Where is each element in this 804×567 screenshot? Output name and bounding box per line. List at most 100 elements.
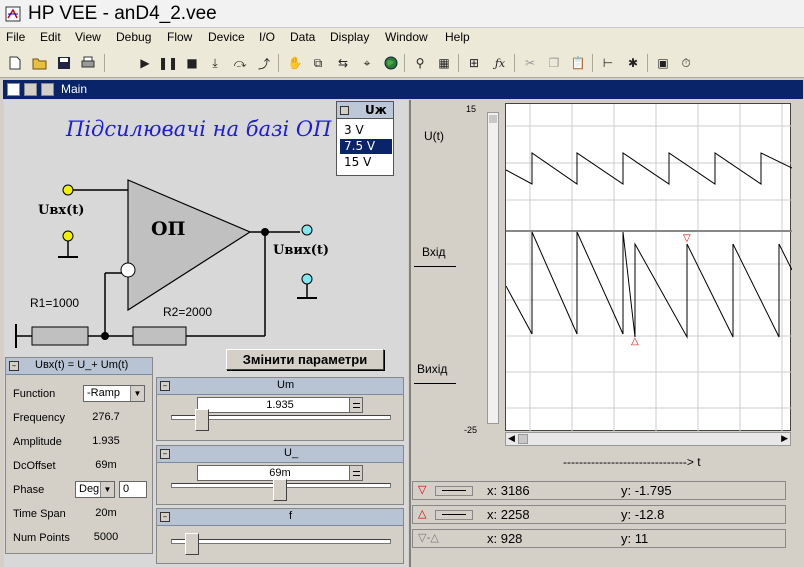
- print-icon[interactable]: [80, 55, 96, 71]
- plot-area[interactable]: △ ▽: [505, 103, 793, 432]
- marker-up-icon: △: [418, 507, 427, 520]
- run-icon[interactable]: ▶: [137, 55, 153, 71]
- menu-debug[interactable]: Debug: [116, 30, 151, 44]
- uin-label: Uвх(t): [38, 203, 85, 218]
- pause-icon[interactable]: ❚❚: [158, 55, 178, 71]
- bug-icon[interactable]: ✱: [625, 55, 641, 71]
- marker2-x: x: 2258: [487, 507, 530, 522]
- app-icon: [5, 6, 21, 22]
- option-15v[interactable]: 15 V: [340, 155, 392, 170]
- window-menu-icon[interactable]: [7, 83, 20, 96]
- opamp-schematic: [15, 179, 317, 348]
- marker-row-delta[interactable]: ▽-△ x: 928 y: 11: [412, 529, 786, 548]
- phase-input[interactable]: 0: [119, 481, 147, 498]
- voltage-listbox[interactable]: Uж 3 V 7.5 V 15 V: [336, 101, 394, 176]
- detail-icon[interactable]: [41, 83, 54, 96]
- hand-icon[interactable]: ✋: [287, 55, 303, 71]
- function-select[interactable]: -Ramp ▼: [83, 385, 145, 402]
- fg-label-amplitude: Amplitude: [13, 436, 62, 448]
- step-into-icon[interactable]: ⤓: [207, 55, 223, 71]
- uout-terminal: [301, 224, 313, 236]
- trace-label-u: U(t): [424, 129, 444, 143]
- paste-icon[interactable]: 📋: [570, 55, 586, 71]
- menu-help[interactable]: Help: [445, 30, 470, 44]
- timespan-value[interactable]: 20m: [78, 505, 134, 522]
- slider-freq-menu-icon[interactable]: –: [160, 512, 170, 522]
- horizontal-scrollbar[interactable]: ◀ ▶: [505, 432, 791, 446]
- trace-label-input[interactable]: Вхід: [422, 245, 446, 259]
- data-flow-icon[interactable]: ⧉: [310, 55, 326, 71]
- vertical-scrollbar[interactable]: [487, 112, 499, 424]
- um-value-field[interactable]: 1.935: [197, 397, 363, 413]
- menu-file[interactable]: File: [6, 30, 25, 44]
- inverting-input: [120, 262, 136, 278]
- marker-row-1[interactable]: ▽ x: 3186 y: -1.795: [412, 481, 786, 500]
- menu-device[interactable]: Device: [208, 30, 245, 44]
- menu-data[interactable]: Data: [290, 30, 315, 44]
- listbox-menu-icon[interactable]: [340, 106, 349, 115]
- ground-terminal: [62, 230, 74, 242]
- menu-flow[interactable]: Flow: [167, 30, 192, 44]
- copy-icon[interactable]: ❐: [546, 55, 562, 71]
- panel-view-icon[interactable]: ▣: [655, 55, 671, 71]
- change-parameters-button[interactable]: Змінити параметри: [226, 349, 384, 370]
- slider-offset-menu-icon[interactable]: –: [160, 449, 170, 459]
- fg-label-frequency: Frequency: [13, 412, 65, 424]
- marker-row-2[interactable]: △ x: 2258 y: -12.8: [412, 505, 786, 524]
- scroll-right-icon[interactable]: ▶: [781, 434, 788, 444]
- chevron-down-icon[interactable]: ▼: [100, 482, 114, 497]
- hscroll-thumb[interactable]: [518, 434, 528, 444]
- marker-line-style[interactable]: [435, 510, 473, 520]
- slider-um-menu-icon[interactable]: –: [160, 381, 170, 391]
- find-binoculars-icon[interactable]: ⚲: [412, 55, 428, 71]
- open-folder-icon[interactable]: [32, 55, 48, 71]
- output-ground-terminal: [301, 273, 313, 285]
- listbox-header: Uж: [337, 102, 393, 119]
- phase-unit-select[interactable]: Deg ▼: [75, 481, 115, 498]
- line-probe-icon[interactable]: ⌖: [359, 55, 375, 71]
- menu-view[interactable]: View: [75, 30, 101, 44]
- marker-delta-icon: ▽-△: [418, 531, 439, 544]
- timer-icon[interactable]: ⏱: [678, 55, 694, 71]
- marker1-y: y: -1.795: [621, 483, 672, 498]
- trace-label-output[interactable]: Вихід: [417, 362, 447, 376]
- panel-icon[interactable]: [24, 83, 37, 96]
- slider-um-header: – Um: [157, 378, 403, 395]
- menu-window[interactable]: Window: [385, 30, 428, 44]
- y-max-label: 15: [466, 104, 477, 114]
- um-spinner[interactable]: [349, 397, 363, 413]
- offset-spinner[interactable]: [349, 465, 363, 481]
- option-3v[interactable]: 3 V: [340, 123, 392, 138]
- numpoints-value[interactable]: 5000: [78, 529, 134, 546]
- trace-output-underline: [414, 383, 456, 384]
- offset-slider-thumb[interactable]: [273, 479, 287, 501]
- marker-line-style[interactable]: [435, 486, 473, 496]
- menu-display[interactable]: Display: [330, 30, 369, 44]
- menu-edit[interactable]: Edit: [40, 30, 61, 44]
- frequency-value[interactable]: 276.7: [78, 409, 134, 426]
- menu-io[interactable]: I/O: [259, 30, 275, 44]
- freq-slider-thumb[interactable]: [185, 533, 199, 555]
- chevron-down-icon[interactable]: ▼: [130, 386, 144, 401]
- line-icon[interactable]: ⊢: [600, 55, 616, 71]
- stop-icon[interactable]: ■: [184, 55, 200, 71]
- globe-icon[interactable]: [383, 55, 399, 71]
- amplitude-value[interactable]: 1.935: [78, 433, 134, 450]
- cut-icon[interactable]: ✂: [522, 55, 538, 71]
- new-file-icon[interactable]: [7, 55, 23, 71]
- marker2-y: y: -12.8: [621, 507, 665, 522]
- fg-menu-icon[interactable]: –: [9, 361, 19, 371]
- scroll-left-icon[interactable]: ◀: [508, 434, 515, 444]
- execution-flow-icon[interactable]: ⇆: [335, 55, 351, 71]
- step-over-icon[interactable]: ⤼: [232, 55, 248, 71]
- function-fx-icon[interactable]: ƒx: [492, 55, 508, 71]
- um-slider-thumb[interactable]: [195, 409, 209, 431]
- freq-slider-track[interactable]: [171, 539, 391, 544]
- dcoffset-value[interactable]: 69m: [78, 457, 134, 474]
- properties-icon[interactable]: ⊞: [466, 55, 482, 71]
- step-out-icon[interactable]: ⤴: [256, 55, 272, 71]
- option-7-5v[interactable]: 7.5 V: [340, 139, 392, 154]
- vscroll-thumb[interactable]: [489, 115, 497, 123]
- save-icon[interactable]: [56, 55, 72, 71]
- show-data-icon[interactable]: ▦: [436, 55, 452, 71]
